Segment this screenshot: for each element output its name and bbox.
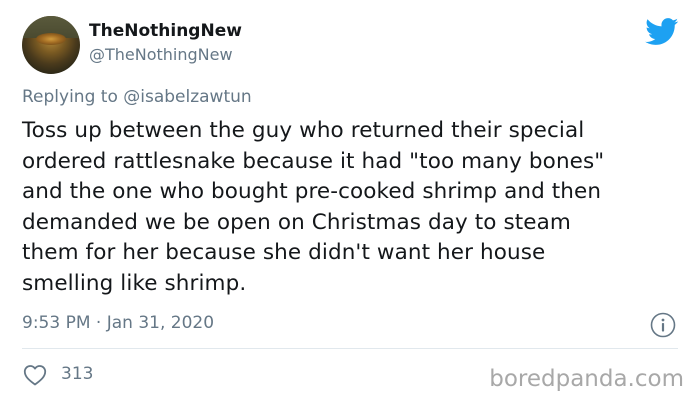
like-count[interactable]: 313 (61, 364, 93, 384)
tweet-card: TheNothingNew @TheNothingNew Replying to… (0, 0, 700, 402)
tweet-text-line: demanded we be open on Christmas day to … (22, 209, 571, 235)
tweet-text-line: them for her because she didn't want her… (22, 240, 546, 265)
twitter-bird-icon[interactable] (645, 18, 679, 46)
tweet-text-line: ordered rattlesnake because it had "too … (22, 148, 605, 174)
avatar[interactable] (22, 16, 80, 74)
author-handle[interactable]: @TheNothingNew (89, 45, 233, 64)
watermark: boredpanda.com (489, 366, 684, 392)
reply-mention-link[interactable]: @isabelzawtun (123, 87, 251, 107)
tweet-text-line: Toss up between the guy who returned the… (22, 118, 585, 143)
replying-to: Replying to @isabelzawtun (22, 87, 252, 107)
tweet-text-line: smelling like shrimp. (22, 270, 247, 296)
author-display-name[interactable]: TheNothingNew (89, 21, 242, 41)
tweet-text: Toss up between the guy who returned the… (22, 116, 682, 299)
heart-icon[interactable] (23, 364, 47, 386)
replying-prefix: Replying to (22, 87, 118, 107)
info-icon[interactable] (650, 312, 676, 338)
divider (22, 348, 678, 349)
tweet-timestamp[interactable]: 9:53 PM · Jan 31, 2020 (22, 313, 214, 333)
tweet-text-line: and the one who bought pre-cooked shrimp… (22, 179, 602, 204)
